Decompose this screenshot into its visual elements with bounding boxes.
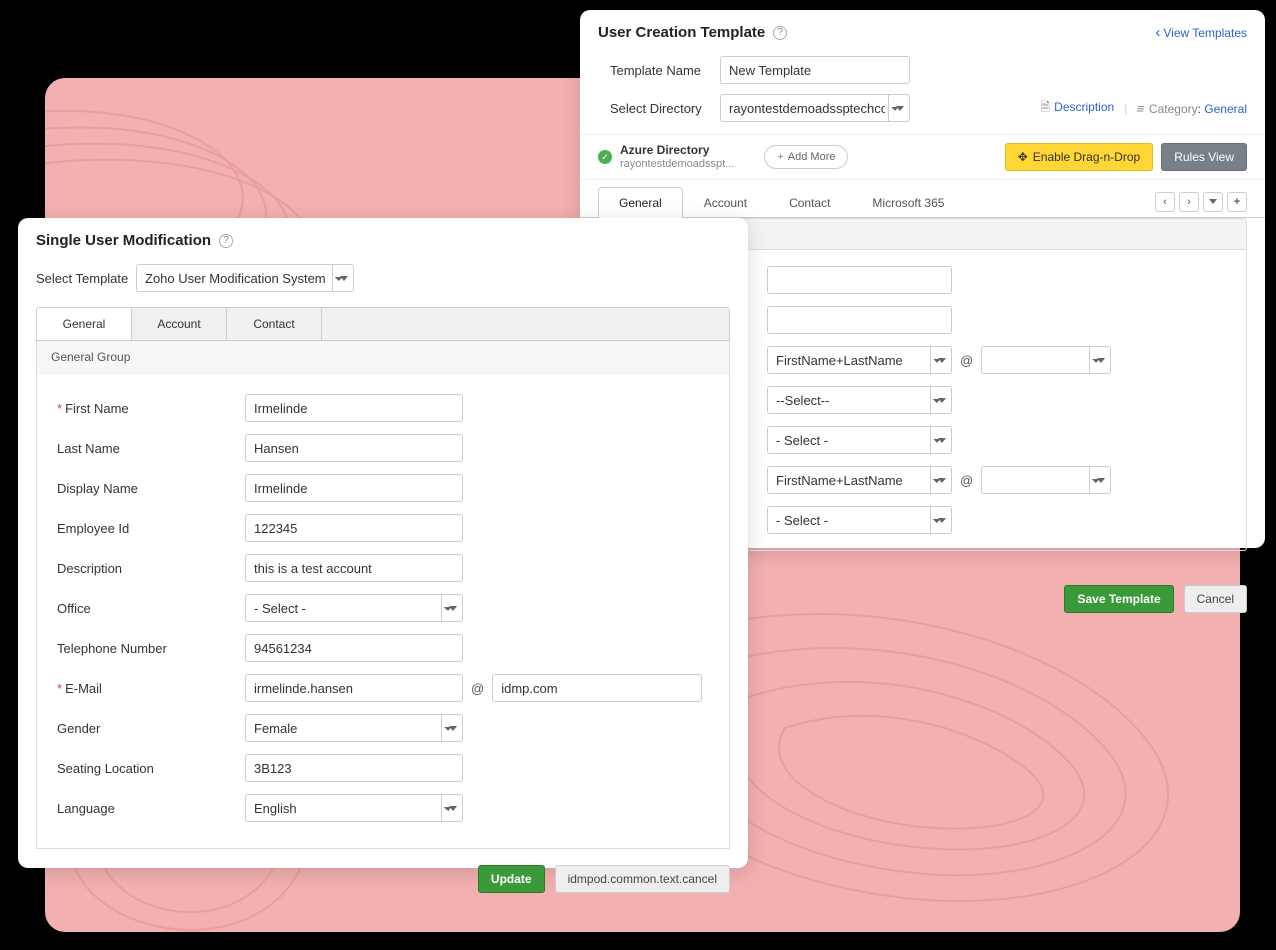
last-name-input[interactable] — [767, 306, 952, 334]
chevron-down-icon — [1209, 199, 1217, 204]
plus-icon — [777, 151, 787, 163]
description-link[interactable]: Description — [1041, 98, 1115, 119]
email-domain-select[interactable] — [981, 466, 1111, 494]
add-more-button[interactable]: Add More — [764, 145, 848, 169]
display-name-select[interactable]: --Select-- — [767, 386, 952, 414]
document-icon — [1041, 100, 1055, 114]
single-user-modification-panel: Single User Modification ? Select Templa… — [18, 218, 748, 868]
category-link[interactable]: General — [1204, 102, 1247, 116]
sum-title: Single User Modification — [36, 232, 211, 249]
first-name-input[interactable] — [245, 394, 463, 422]
view-templates-link[interactable]: View Templates — [1155, 24, 1247, 41]
save-template-button[interactable]: Save Template — [1064, 585, 1173, 613]
tab-contact[interactable]: Contact — [227, 308, 322, 340]
office-select[interactable]: - Select - — [245, 594, 463, 622]
tab-account[interactable]: Account — [132, 308, 227, 340]
at-symbol: @ — [960, 473, 973, 488]
select-directory-dropdown[interactable]: rayontestdemoadssptechco.onmicro — [720, 94, 910, 122]
seating-input[interactable] — [245, 754, 463, 782]
description-input[interactable] — [245, 554, 463, 582]
office-select[interactable]: - Select - — [767, 426, 952, 454]
email-domain-input[interactable] — [492, 674, 702, 702]
email-user-select[interactable]: FirstName+LastName — [767, 466, 952, 494]
uc-title: User Creation Template — [598, 24, 765, 41]
email-user-input[interactable] — [245, 674, 463, 702]
check-circle-icon: ✓ — [598, 150, 612, 164]
rules-view-button[interactable]: Rules View — [1161, 143, 1247, 171]
tab-microsoft365[interactable]: Microsoft 365 — [851, 187, 965, 218]
cancel-button[interactable]: Cancel — [1184, 585, 1247, 613]
sum-tabs: General Account Contact — [36, 307, 730, 341]
language-select[interactable]: English — [245, 794, 463, 822]
gender-select[interactable]: Female — [245, 714, 463, 742]
tab-add-button[interactable]: + — [1227, 192, 1247, 212]
azure-directory-sub: rayontestdemoadsspt... — [620, 158, 734, 171]
language-select[interactable]: - Select - — [767, 506, 952, 534]
category-icon — [1137, 102, 1149, 116]
employee-id-input[interactable] — [245, 514, 463, 542]
logon-domain-select[interactable] — [981, 346, 1111, 374]
tab-menu-button[interactable] — [1203, 192, 1223, 212]
help-icon[interactable]: ? — [773, 26, 787, 40]
select-directory-label: Select Directory — [610, 101, 720, 116]
help-icon[interactable]: ? — [219, 234, 233, 248]
tab-account[interactable]: Account — [683, 187, 768, 218]
first-name-input[interactable] — [767, 266, 952, 294]
select-template-label: Select Template — [36, 271, 136, 286]
enable-drag-drop-button[interactable]: Enable Drag-n-Drop — [1005, 143, 1153, 171]
logon-name-select[interactable]: FirstName+LastName — [767, 346, 952, 374]
select-template-dropdown[interactable]: Zoho User Modification System temp — [136, 264, 354, 292]
tab-contact[interactable]: Contact — [768, 187, 851, 218]
tab-nav-prev[interactable]: ‹ — [1155, 192, 1175, 212]
last-name-input[interactable] — [245, 434, 463, 462]
azure-directory-title: Azure Directory — [620, 143, 734, 157]
general-group-header: General Group — [37, 341, 729, 374]
at-symbol: @ — [471, 681, 484, 696]
at-symbol: @ — [960, 353, 973, 368]
update-button[interactable]: Update — [478, 865, 545, 893]
display-name-input[interactable] — [245, 474, 463, 502]
tab-nav-next[interactable]: › — [1179, 192, 1199, 212]
telephone-input[interactable] — [245, 634, 463, 662]
cancel-button[interactable]: idmpod.common.text.cancel — [555, 865, 730, 893]
tab-general[interactable]: General — [37, 308, 132, 340]
template-name-input[interactable] — [720, 56, 910, 84]
move-icon — [1018, 150, 1028, 164]
tab-general[interactable]: General — [598, 187, 683, 218]
template-name-label: Template Name — [610, 63, 720, 78]
